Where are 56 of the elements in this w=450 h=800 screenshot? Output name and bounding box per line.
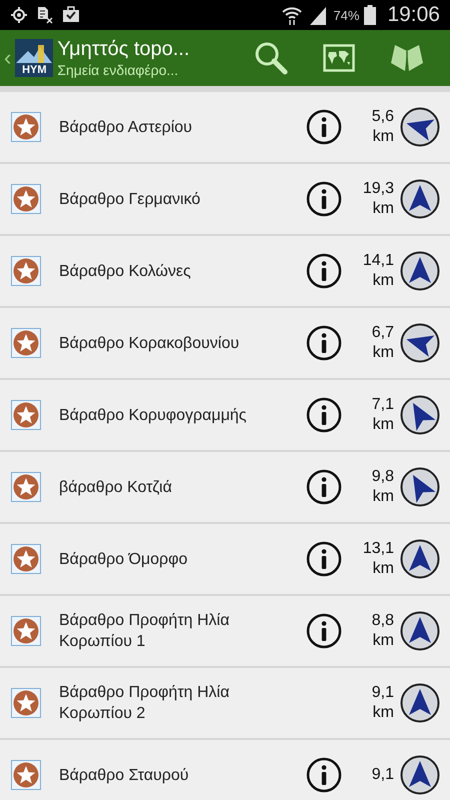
sim-card-icon (37, 6, 53, 24)
star-badge-icon (11, 112, 41, 142)
distance-label: 9,1 (370, 765, 394, 785)
wifi-icon (281, 5, 304, 25)
place-name: Βάραθρο Σταυρού (59, 766, 190, 786)
info-icon[interactable] (306, 469, 342, 505)
distance-label: 13,1 km (362, 539, 394, 579)
mountain-icon (16, 45, 52, 63)
distance-label: 8,8 km (370, 611, 394, 651)
distance-label: 9,8 km (370, 467, 394, 507)
clipboard-check-icon (62, 6, 80, 24)
star-badge-icon (11, 328, 41, 358)
place-name: Βάραθρο Όμορφο (59, 550, 188, 570)
info-icon[interactable] (306, 181, 342, 217)
battery-percentage: 74% (333, 8, 360, 22)
app-logo: HYM (15, 39, 54, 77)
clock: 19:06 (387, 3, 440, 27)
info-icon[interactable] (306, 757, 342, 793)
app-subtitle: Σημεία ενδιαφέρο... (57, 61, 180, 79)
info-icon[interactable] (306, 541, 342, 577)
place-name: Βάραθρο Αστερίου (59, 118, 194, 138)
star-badge-icon (11, 544, 41, 574)
place-name: Βάραθρο Προφήτη Ηλία Κορωπίου 1 (59, 611, 230, 652)
star-badge-icon (11, 472, 41, 502)
star-badge-icon (11, 760, 41, 790)
star-badge-icon (11, 184, 41, 214)
info-icon[interactable] (306, 397, 342, 433)
world-map-icon (323, 44, 356, 72)
signal-icon (308, 5, 328, 25)
place-name: Βάραθρο Κολώνες (59, 262, 192, 282)
star-badge-icon (11, 688, 41, 718)
app-title: Υμηττός topo... (57, 37, 191, 61)
info-icon[interactable] (306, 253, 342, 289)
open-book-icon (391, 43, 424, 73)
distance-label: 9,1 km (370, 683, 394, 723)
place-name: βάραθρο Κοτζιά (59, 478, 173, 498)
place-name: Βάραθρο Γερμανικό (59, 190, 202, 210)
location-icon (10, 6, 28, 24)
distance-label: 5,6 km (370, 107, 394, 147)
star-badge-icon (11, 256, 41, 286)
star-badge-icon (11, 616, 41, 646)
distance-label: 19,3 km (362, 179, 394, 219)
info-icon[interactable] (306, 613, 342, 649)
star-badge-icon (11, 400, 41, 430)
back-caret: ‹ (4, 45, 12, 71)
info-icon[interactable] (306, 325, 342, 361)
search-icon (254, 41, 288, 75)
distance-label: 6,7 km (370, 323, 394, 363)
app-home-button[interactable]: ‹ HYM (4, 39, 54, 77)
place-name: Βάραθρο Κορυφογραμμής (59, 406, 248, 426)
distance-label: 14,1 km (362, 251, 394, 291)
place-name: Βάραθρο Κορακοβουνίου (59, 334, 240, 354)
distance-label: 7,1 km (370, 395, 394, 435)
battery-icon (364, 5, 376, 25)
place-name: Βάραθρο Προφήτη Ηλία Κορωπίου 2 (59, 683, 230, 724)
info-icon[interactable] (306, 109, 342, 145)
